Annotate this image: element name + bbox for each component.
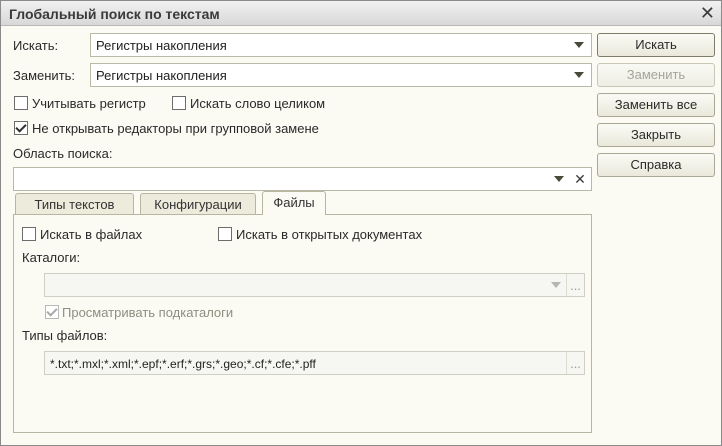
whole-word-checkbox[interactable] <box>172 96 186 110</box>
search-button[interactable]: Искать <box>597 33 715 57</box>
scope-dropdown-button[interactable] <box>549 168 569 190</box>
replace-all-button[interactable]: Заменить все <box>597 93 715 117</box>
global-search-dialog: Глобальный поиск по текстам ✕ Искать: Ре… <box>0 0 722 446</box>
chevron-down-icon <box>554 176 564 182</box>
title-bar: Глобальный поиск по текстам ✕ <box>1 1 721 26</box>
search-in-files-label[interactable]: Искать в файлах <box>40 227 142 242</box>
ellipsis-icon: ... <box>570 277 581 293</box>
close-button[interactable]: Закрыть <box>597 123 715 147</box>
no-editors-label[interactable]: Не открывать редакторы при групповой зам… <box>32 121 319 136</box>
search-combobox[interactable]: Регистры накопления <box>90 33 592 57</box>
chevron-down-icon <box>574 42 584 48</box>
tab-text-types[interactable]: Типы текстов <box>15 193 134 215</box>
chevron-down-icon <box>551 282 561 288</box>
help-button[interactable]: Справка <box>597 153 715 177</box>
replace-dropdown-button[interactable] <box>569 64 589 86</box>
scope-label: Область поиска: <box>13 146 113 161</box>
ellipsis-icon: ... <box>570 355 581 371</box>
scope-clear-button[interactable]: ✕ <box>570 168 590 190</box>
replace-button[interactable]: Заменить <box>597 63 715 87</box>
browse-subdirs-label[interactable]: Просматривать подкаталоги <box>62 305 233 320</box>
scope-combobox[interactable]: ✕ <box>13 167 592 191</box>
case-sensitive-checkbox[interactable] <box>14 96 28 110</box>
case-sensitive-label[interactable]: Учитывать регистр <box>32 96 146 111</box>
window-title: Глобальный поиск по текстам <box>9 6 220 22</box>
catalogs-dropdown-button[interactable] <box>546 274 566 296</box>
file-types-browse-button[interactable]: ... <box>566 352 584 374</box>
search-in-open-docs-label[interactable]: Искать в открытых документах <box>236 227 422 242</box>
replace-label: Заменить: <box>13 68 76 83</box>
search-dropdown-button[interactable] <box>569 34 589 56</box>
file-types-input[interactable]: *.txt;*.mxl;*.xml;*.epf;*.erf;*.grs;*.ge… <box>50 357 316 371</box>
close-icon[interactable]: ✕ <box>700 3 715 23</box>
search-label: Искать: <box>13 38 59 53</box>
file-types-field[interactable]: *.txt;*.mxl;*.xml;*.epf;*.erf;*.grs;*.ge… <box>44 351 585 375</box>
tab-configurations[interactable]: Конфигурации <box>140 193 256 215</box>
catalogs-label: Каталоги: <box>22 250 81 265</box>
clear-icon: ✕ <box>574 170 586 187</box>
browse-subdirs-checkbox[interactable] <box>45 305 59 319</box>
replace-input[interactable]: Регистры накопления <box>96 68 227 83</box>
chevron-down-icon <box>574 72 584 78</box>
search-in-files-checkbox[interactable] <box>22 227 36 241</box>
search-input[interactable]: Регистры накопления <box>96 38 227 53</box>
whole-word-label[interactable]: Искать слово целиком <box>190 96 325 111</box>
no-editors-checkbox[interactable] <box>14 121 28 135</box>
catalogs-browse-button[interactable]: ... <box>566 274 584 296</box>
files-tab-panel: Искать в файлах Искать в открытых докуме… <box>13 214 592 433</box>
search-in-open-docs-checkbox[interactable] <box>218 227 232 241</box>
tab-files[interactable]: Файлы <box>262 191 326 215</box>
file-types-label: Типы файлов: <box>22 328 108 343</box>
replace-combobox[interactable]: Регистры накопления <box>90 63 592 87</box>
catalogs-combobox[interactable]: ... <box>44 273 585 297</box>
